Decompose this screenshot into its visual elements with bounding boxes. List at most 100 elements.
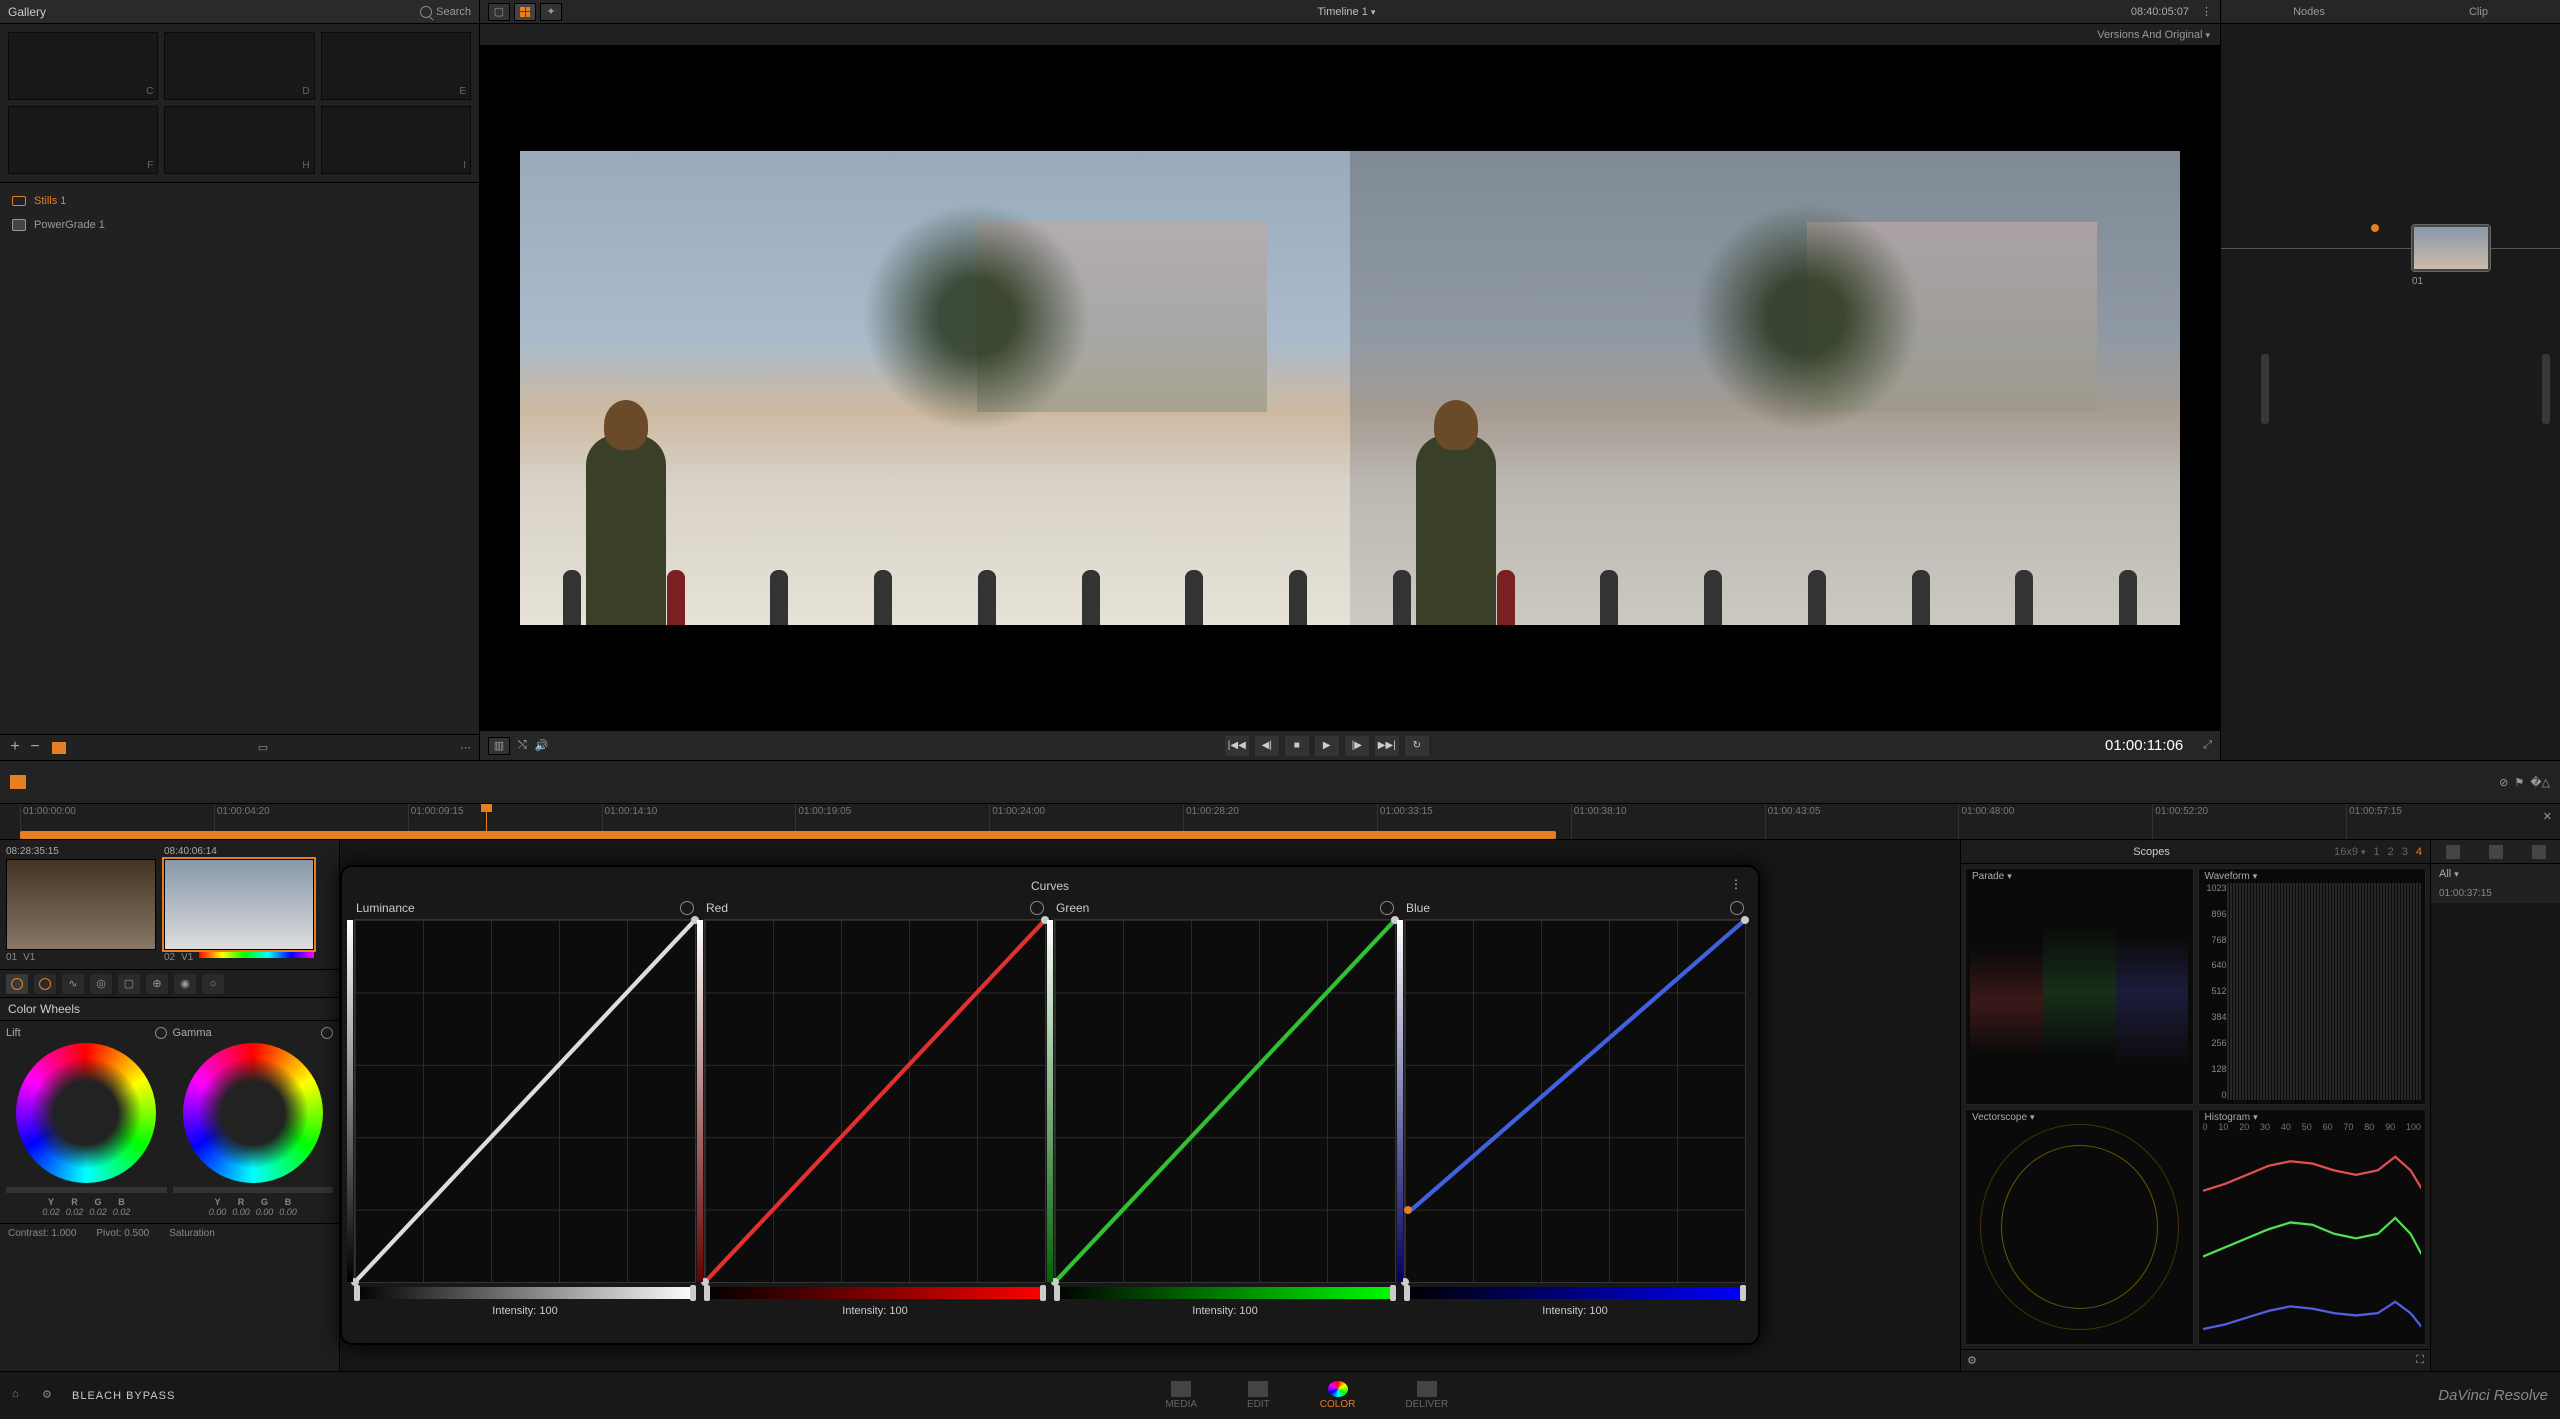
project-settings-icon[interactable]: ⚙ xyxy=(42,1388,58,1404)
still-slot[interactable]: C xyxy=(8,32,158,100)
soft-clip-slider[interactable] xyxy=(1054,1287,1396,1299)
still-slot[interactable]: F xyxy=(8,106,158,174)
viewer-canvas[interactable] xyxy=(480,46,2220,730)
window-tab[interactable]: ▢ xyxy=(118,974,140,994)
kf-filter[interactable]: All xyxy=(2431,864,2560,884)
tracker-tab[interactable]: ⊕ xyxy=(146,974,168,994)
timeline-ruler[interactable]: 01:00:00:0001:00:04:2001:00:09:1501:00:1… xyxy=(0,804,2560,840)
page-color[interactable]: COLOR xyxy=(1320,1381,1356,1410)
curves-tab[interactable]: ∿ xyxy=(62,974,84,994)
curve-reset-icon[interactable] xyxy=(1730,901,1744,915)
clip-thumb[interactable]: 08:28:35:15 01V1 xyxy=(6,846,156,963)
soft-clip-slider[interactable] xyxy=(1404,1287,1746,1299)
curves-options-icon[interactable]: ⋮ xyxy=(1730,877,1742,891)
add-album-button[interactable]: + xyxy=(8,741,22,755)
primaries-bars-tab[interactable] xyxy=(34,974,56,994)
shuffle-icon[interactable]: ⤭ xyxy=(518,739,527,752)
node-scroll-left[interactable] xyxy=(2261,354,2269,424)
play-button[interactable]: ▶ xyxy=(1315,736,1339,756)
timeline-close-icon[interactable]: ✕ xyxy=(2543,810,2552,823)
kf-info-icon[interactable] xyxy=(2532,845,2546,859)
lift-reset-icon[interactable] xyxy=(155,1027,167,1039)
clips-view-icon[interactable] xyxy=(10,775,26,789)
curve-intensity-value[interactable]: 100 xyxy=(1589,1305,1607,1317)
curve-reset-icon[interactable] xyxy=(1030,901,1044,915)
still-slot[interactable]: D xyxy=(164,32,314,100)
loop-button[interactable]: ↻ xyxy=(1405,736,1429,756)
curve-plot[interactable] xyxy=(1404,919,1746,1283)
lift-wheel[interactable] xyxy=(16,1043,156,1183)
wipe-mode-button[interactable]: ▥ xyxy=(488,737,510,755)
soft-clip-slider[interactable] xyxy=(704,1287,1046,1299)
waveform-scope[interactable]: Waveform 10238967686405123842561280 xyxy=(2198,868,2427,1105)
curve-reset-icon[interactable] xyxy=(1380,901,1394,915)
scopes-aspect[interactable]: 16x9 xyxy=(2334,846,2365,858)
node-graph[interactable]: 01 xyxy=(2221,24,2560,760)
curve-intensity-value[interactable]: 100 xyxy=(539,1305,557,1317)
curve-intensity-value[interactable]: 100 xyxy=(1239,1305,1257,1317)
step-fwd-button[interactable]: |▶ xyxy=(1345,736,1369,756)
soft-clip-slider[interactable] xyxy=(354,1287,696,1299)
timeline-name[interactable]: Timeline 1 xyxy=(562,6,2131,18)
versions-dropdown[interactable]: Versions And Original xyxy=(2097,29,2210,41)
timeline-expand-icon[interactable]: �△ xyxy=(2530,776,2550,789)
playhead[interactable] xyxy=(486,804,487,839)
timeline-bypass-icon[interactable]: ⊘ xyxy=(2499,776,2508,789)
wheel-handle[interactable] xyxy=(247,1107,259,1119)
still-slot[interactable]: I xyxy=(321,106,471,174)
lift-master-slider[interactable] xyxy=(6,1187,167,1193)
corrector-node[interactable]: 01 xyxy=(2411,224,2491,272)
scopes-layout-3[interactable]: 3 xyxy=(2402,846,2408,858)
viewer-options-icon[interactable]: ⋮ xyxy=(2201,5,2212,18)
viewer-mode-cinema[interactable]: ✦ xyxy=(540,3,562,21)
curve-handle-lift[interactable] xyxy=(1404,1206,1412,1214)
album-powergrade[interactable]: PowerGrade 1 xyxy=(0,213,479,237)
list-view-icon[interactable] xyxy=(52,742,66,754)
scopes-layout-1[interactable]: 1 xyxy=(2374,846,2380,858)
node-input[interactable] xyxy=(2371,224,2379,232)
go-start-button[interactable]: |◀◀ xyxy=(1225,736,1249,756)
clip-tab[interactable]: Clip xyxy=(2469,6,2488,18)
clip-thumb-selected[interactable]: 08:40:06:14 02V1 xyxy=(164,846,314,963)
scopes-layout-4[interactable]: 4 xyxy=(2416,846,2422,858)
viewer-mode-grid[interactable] xyxy=(514,3,536,21)
remove-album-button[interactable]: − xyxy=(28,741,42,755)
wheel-handle[interactable] xyxy=(80,1107,92,1119)
curve-plot[interactable] xyxy=(1054,919,1396,1283)
parade-scope[interactable]: Parade xyxy=(1965,868,2194,1105)
gallery-filter-icon[interactable]: ▭ xyxy=(258,741,268,754)
node-scroll-right[interactable] xyxy=(2542,354,2550,424)
saturation-readout[interactable]: Saturation xyxy=(169,1228,215,1239)
scopes-settings-icon[interactable]: ⚙ xyxy=(1967,1354,1977,1367)
page-edit[interactable]: EDIT xyxy=(1247,1381,1270,1410)
timeline-flag-icon[interactable]: ⚑ xyxy=(2514,776,2524,789)
gamma-wheel[interactable] xyxy=(183,1043,323,1183)
vectorscope-scope[interactable]: Vectorscope xyxy=(1965,1109,2194,1346)
curve-reset-icon[interactable] xyxy=(680,901,694,915)
scopes-popout-icon[interactable]: ⛶ xyxy=(2416,1354,2424,1367)
primaries-wheels-tab[interactable] xyxy=(6,974,28,994)
scopes-layout-2[interactable]: 2 xyxy=(2388,846,2394,858)
key-tab[interactable]: ○ xyxy=(202,974,224,994)
timeline-clip-bar[interactable] xyxy=(20,831,1556,839)
curve-plot[interactable] xyxy=(354,919,696,1283)
gallery-sort-icon[interactable]: ⋯ xyxy=(460,741,471,754)
stop-button[interactable]: ■ xyxy=(1285,736,1309,756)
album-stills[interactable]: Stills 1 xyxy=(0,189,479,213)
mute-icon[interactable]: 🔊 xyxy=(535,739,549,752)
curve-handle-white[interactable] xyxy=(1741,916,1749,924)
page-deliver[interactable]: DELIVER xyxy=(1405,1381,1448,1410)
pivot-readout[interactable]: Pivot: 0.500 xyxy=(96,1228,149,1239)
step-back-button[interactable]: ◀| xyxy=(1255,736,1279,756)
nodes-tab[interactable]: Nodes xyxy=(2293,6,2325,18)
kf-grid-icon[interactable] xyxy=(2446,845,2460,859)
still-slot[interactable]: H xyxy=(164,106,314,174)
go-end-button[interactable]: ▶▶| xyxy=(1375,736,1399,756)
contrast-readout[interactable]: Contrast: 1.000 xyxy=(8,1228,76,1239)
histogram-scope[interactable]: Histogram 0102030405060708090100 xyxy=(2198,1109,2427,1346)
page-media[interactable]: MEDIA xyxy=(1165,1381,1197,1410)
curve-intensity-value[interactable]: 100 xyxy=(889,1305,907,1317)
qualifier-tab[interactable]: ◎ xyxy=(90,974,112,994)
viewer-expand-icon[interactable]: ⤢ xyxy=(2203,739,2212,752)
still-slot[interactable]: E xyxy=(321,32,471,100)
